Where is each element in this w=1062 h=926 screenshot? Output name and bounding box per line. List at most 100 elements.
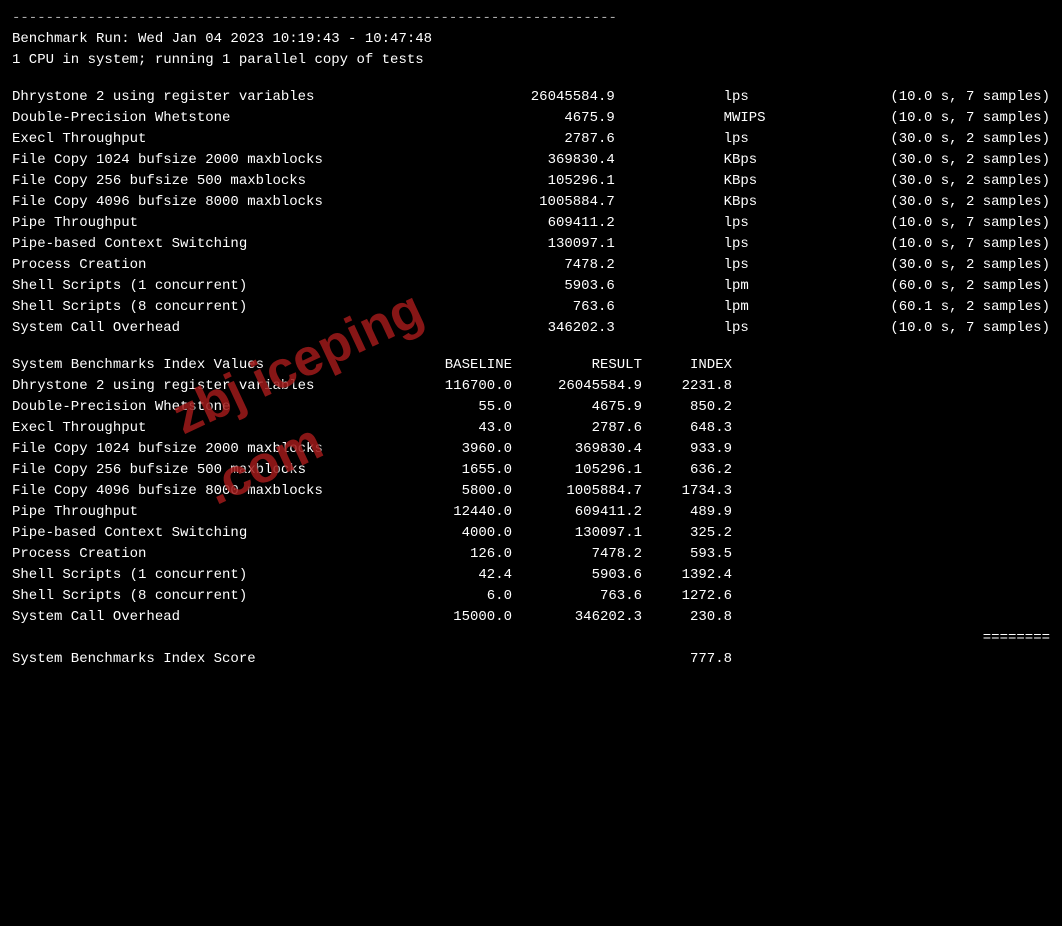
index-col-result-header: RESULT [512,355,642,376]
raw-result-row: Process Creation7478.2lps(30.0 s, 2 samp… [12,255,1050,276]
index-col-name-header: System Benchmarks Index Values [12,355,392,376]
result-name: Pipe Throughput [12,213,392,234]
result-value: 346202.3 [495,318,615,339]
raw-result-row: Double-Precision Whetstone4675.9MWIPS(10… [12,108,1050,129]
index-row-result: 1005884.7 [512,481,642,502]
result-value: 4675.9 [495,108,615,129]
index-row-index: 489.9 [642,502,732,523]
result-unit: KBps [718,192,788,213]
index-row-name: Dhrystone 2 using register variables [12,376,392,397]
index-row-name: File Copy 256 bufsize 500 maxblocks [12,460,392,481]
result-unit: MWIPS [718,108,788,129]
index-row-index: 1392.4 [642,565,732,586]
result-unit: lps [718,87,788,108]
result-meta: (30.0 s, 2 samples) [890,255,1050,276]
result-value: 763.6 [495,297,615,318]
index-row-index: 933.9 [642,439,732,460]
index-row-name: Shell Scripts (8 concurrent) [12,586,392,607]
result-name: Dhrystone 2 using register variables [12,87,392,108]
result-value: 369830.4 [495,150,615,171]
index-row-name: File Copy 1024 bufsize 2000 maxblocks [12,439,392,460]
index-row-baseline: 6.0 [392,586,512,607]
result-unit: KBps [718,171,788,192]
index-row-baseline: 116700.0 [392,376,512,397]
result-unit: lps [718,255,788,276]
index-row-result: 7478.2 [512,544,642,565]
result-meta: (10.0 s, 7 samples) [890,318,1050,339]
index-row-name: Double-Precision Whetstone [12,397,392,418]
raw-results-section: Dhrystone 2 using register variables 2604… [12,87,1050,339]
result-unit: lps [718,234,788,255]
index-col-baseline-header: BASELINE [392,355,512,376]
index-row-index: 636.2 [642,460,732,481]
index-row-result: 369830.4 [512,439,642,460]
index-row-name: File Copy 4096 bufsize 8000 maxblocks [12,481,392,502]
raw-result-row: System Call Overhead346202.3lps(10.0 s, … [12,318,1050,339]
index-row-result: 4675.9 [512,397,642,418]
result-meta: (10.0 s, 7 samples) [890,213,1050,234]
raw-result-row: Pipe Throughput 609411.2 lps (10.0 s, 7 sam… [12,213,1050,234]
result-name: File Copy 4096 bufsize 8000 maxblocks [12,192,392,213]
index-row-result: 763.6 [512,586,642,607]
score-row: System Benchmarks Index Score777.8 [12,649,1050,670]
result-meta: (30.0 s, 2 samples) [890,171,1050,192]
index-row-result: 2787.6 [512,418,642,439]
index-row-result: 609411.2 [512,502,642,523]
raw-result-row: Execl Throughput2787.6lps(30.0 s, 2 samp… [12,129,1050,150]
result-name: Shell Scripts (8 concurrent) [12,297,392,318]
result-meta: (60.1 s, 2 samples) [890,297,1050,318]
index-row-name: Process Creation [12,544,392,565]
result-meta: (30.0 s, 2 samples) [890,192,1050,213]
result-unit: lps [718,213,788,234]
index-row-baseline: 15000.0 [392,607,512,628]
index-data-row: Shell Scripts (8 concurrent)6.0763.61272… [12,586,1050,607]
score-value: 777.8 [632,649,732,670]
index-row-baseline: 42.4 [392,565,512,586]
index-row-baseline: 5800.0 [392,481,512,502]
result-value: 609411.2 [495,213,615,234]
index-row-name: Shell Scripts (1 concurrent) [12,565,392,586]
result-meta: (30.0 s, 2 samples) [890,150,1050,171]
index-row-name: Pipe-based Context Switching [12,523,392,544]
index-row-result: 346202.3 [512,607,642,628]
raw-result-row: Shell Scripts (8 concurrent)763.6lpm(60.… [12,297,1050,318]
index-row-result: 105296.1 [512,460,642,481]
benchmark-header: Benchmark Run: Wed Jan 04 2023 10:19:43 … [12,29,1050,71]
result-value: 7478.2 [495,255,615,276]
index-section: System Benchmarks Index ValuesBASELINERE… [12,355,1050,670]
index-row-baseline: 12440.0 [392,502,512,523]
result-meta: (60.0 s, 2 samples) [890,276,1050,297]
result-name: Execl Throughput [12,129,392,150]
raw-result-row: File Copy 4096 bufsize 8000 maxblocks 100… [12,192,1050,213]
index-row-result: 26045584.9 [512,376,642,397]
score-label: System Benchmarks Index Score [12,649,632,670]
result-meta: (10.0 s, 7 samples) [890,234,1050,255]
index-row-baseline: 126.0 [392,544,512,565]
result-name: System Call Overhead [12,318,392,339]
index-row-index: 325.2 [642,523,732,544]
index-data-row: Shell Scripts (1 concurrent)42.45903.613… [12,565,1050,586]
index-data-row: Process Creation126.07478.2593.5 [12,544,1050,565]
index-data-row: Pipe-based Context Switching4000.0130097… [12,523,1050,544]
index-row-index: 230.8 [642,607,732,628]
result-name: Pipe-based Context Switching [12,234,392,255]
index-row-index: 593.5 [642,544,732,565]
result-unit: lpm [718,276,788,297]
raw-result-row: File Copy 1024 bufsize 2000 maxblocks369… [12,150,1050,171]
index-data-row: System Call Overhead15000.0346202.3230.8 [12,607,1050,628]
top-dashed-line: ----------------------------------------… [12,8,1050,29]
benchmark-run-line2: 1 CPU in system; running 1 parallel copy… [12,50,1050,71]
result-name: Shell Scripts (1 concurrent) [12,276,392,297]
index-data-row: File Copy 1024 bufsize 2000 maxblocks396… [12,439,1050,460]
index-row-result: 5903.6 [512,565,642,586]
index-col-index-header: INDEX [642,355,732,376]
result-value: 2787.6 [495,129,615,150]
result-value: 5903.6 [495,276,615,297]
result-meta: (10.0 s, 7 samples) [890,87,1050,108]
terminal-output: ----------------------------------------… [12,8,1050,670]
result-value: 1005884.7 [495,192,615,213]
result-value: 130097.1 [495,234,615,255]
index-row-name: Pipe Throughput [12,502,392,523]
index-data-row: File Copy 256 bufsize 500 maxblocks1655.… [12,460,1050,481]
result-value: 26045584.9 [495,87,615,108]
